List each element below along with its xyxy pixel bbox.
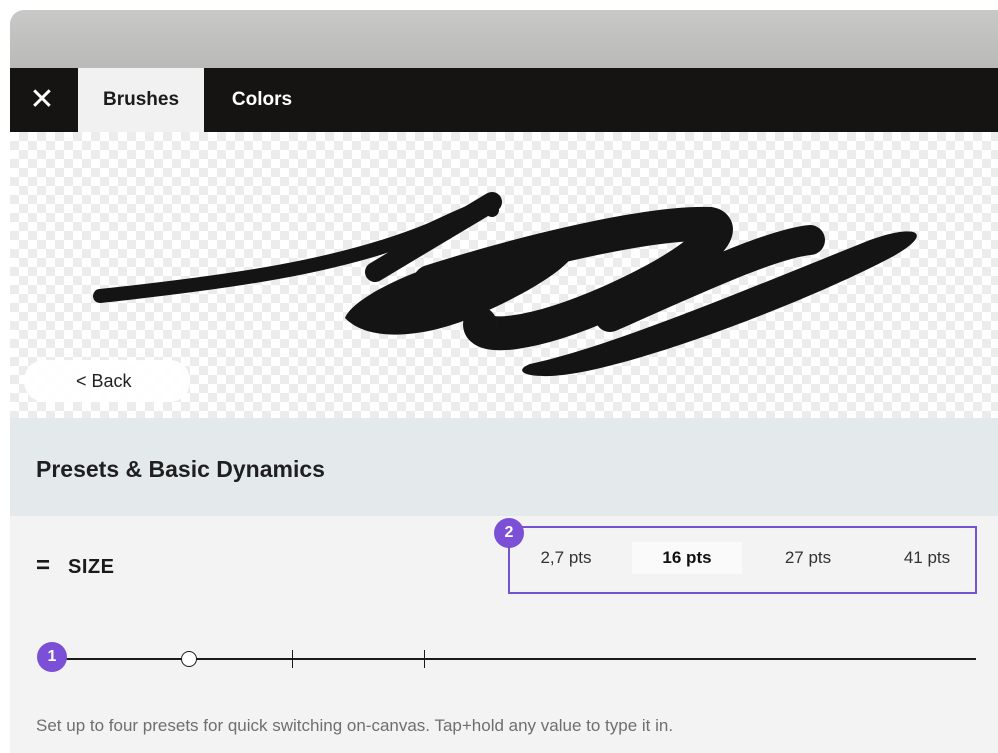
tab-brushes[interactable]: Brushes: [78, 68, 204, 132]
size-preset-3[interactable]: 27 pts: [762, 542, 854, 574]
size-label: SIZE: [68, 556, 115, 578]
slider-preset-tick: [424, 650, 425, 668]
callout-badge-1: 1: [37, 642, 67, 672]
size-preset-2[interactable]: 16 pts: [632, 542, 742, 574]
section-title: Presets & Basic Dynamics: [36, 456, 325, 482]
callout-badge-2: 2: [494, 518, 524, 548]
brush-preview-canvas: < Back: [10, 132, 998, 418]
back-button[interactable]: < Back: [24, 360, 190, 402]
size-help-text: Set up to four presets for quick switchi…: [36, 716, 674, 735]
section-header: Presets & Basic Dynamics: [10, 418, 998, 516]
size-setting: = SIZE 2,7 pts 16 pts 27 pts 41 pts 2 1 …: [10, 516, 998, 753]
tab-bar: ✕ Brushes Colors: [10, 68, 998, 132]
tab-colors[interactable]: Colors: [220, 68, 304, 132]
slider-preset-tick: [292, 650, 293, 668]
close-icon[interactable]: ✕: [24, 82, 60, 118]
size-preset-1[interactable]: 2,7 pts: [520, 542, 612, 574]
brush-settings-window: ✕ Brushes Colors < Back Presets & Basic …: [10, 10, 998, 753]
size-slider-thumb[interactable]: [181, 651, 197, 667]
window-top-strip: [10, 10, 998, 68]
drag-handle-icon[interactable]: =: [36, 552, 50, 580]
size-preset-4[interactable]: 41 pts: [882, 542, 972, 574]
size-slider-track[interactable]: [62, 658, 976, 660]
